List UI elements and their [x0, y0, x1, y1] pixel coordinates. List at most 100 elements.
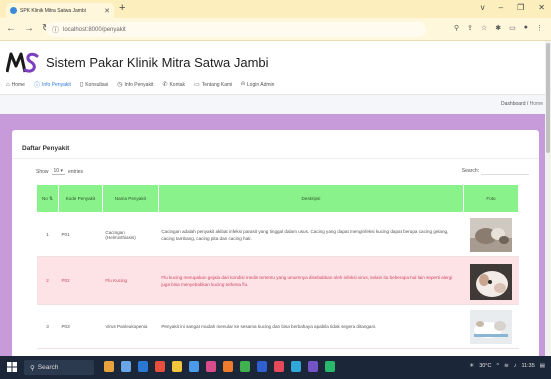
cell-foto [463, 304, 519, 349]
col-header-deskripsi[interactable]: Deskripsi [157, 184, 464, 213]
address-bar-row: ← → ↻ ⓘ localhost:8000/penyakit ⚲ ⇪ ☆ ✱ … [0, 18, 551, 41]
show-label: Show [36, 168, 49, 175]
site-logo[interactable] [6, 50, 40, 74]
profile-icon[interactable]: ● [524, 24, 528, 32]
bookmark-star-icon[interactable]: ☆ [481, 24, 487, 32]
extensions-icon[interactable]: ✱ [495, 24, 501, 32]
weather-icon[interactable]: ☀ [469, 363, 474, 369]
nav-buttons: ← → ↻ [6, 23, 50, 34]
cell-nama: Virus Panleukopenia [102, 304, 159, 349]
menu-item-tentang-kami[interactable]: ▭ Tentang Kami [194, 81, 233, 89]
disease-photo [469, 309, 512, 344]
col-header-kode[interactable]: Kode Penyakit [57, 184, 103, 213]
taskbar-app-icon[interactable] [155, 361, 165, 372]
window-controls: v – ❐ ✕ [481, 3, 545, 12]
card-divider [12, 158, 539, 159]
close-tab-icon[interactable]: ✕ [104, 7, 110, 15]
windows-start-icon[interactable] [7, 362, 17, 372]
cell-no: 2 [36, 256, 59, 305]
taskbar-app-icon[interactable] [121, 361, 131, 372]
breadcrumb-separator: / [526, 101, 529, 107]
col-header-foto[interactable]: Foto [462, 184, 520, 213]
new-tab-button[interactable]: + [119, 2, 125, 14]
maximize-button[interactable]: ❐ [517, 3, 524, 12]
breadcrumb-home: Home [529, 101, 543, 107]
taskbar-app-icon[interactable] [223, 361, 233, 372]
menu-item-label: Tentang Kami [201, 81, 233, 88]
menu-item-login-admin[interactable]: ⍝ Login Admin [241, 81, 274, 88]
taskbar-app-icon[interactable] [138, 361, 148, 372]
favicon-icon [10, 7, 17, 14]
menu-item-home[interactable]: ⌂ Home [6, 82, 25, 88]
entries-select[interactable]: 10 ▾ [51, 168, 65, 175]
forward-arrow-icon[interactable]: → [24, 23, 34, 34]
disease-photo [469, 263, 512, 300]
menu-item-label: Info Penyakit [41, 81, 71, 88]
disease-photo [469, 217, 512, 252]
cell-nama: Flu Kucing [102, 256, 159, 305]
cell-no: 1 [36, 212, 59, 257]
url-bar[interactable]: ⓘ localhost:8000/penyakit [46, 22, 426, 37]
cell-deskripsi: Flu kucing merupakan gejala dari kondisi… [158, 256, 464, 305]
scrollbar-thumb[interactable] [546, 43, 550, 153]
col-header-nama[interactable]: Nama Penyakit [101, 184, 159, 213]
menu-item-label: Home [11, 81, 25, 88]
menu-item-konsultasi[interactable]: ▯ Konsultasi [79, 81, 108, 89]
document-icon: ▯ [79, 82, 84, 88]
zoom-icon[interactable]: ⚲ [454, 24, 459, 32]
minimize-button[interactable]: – [499, 3, 503, 12]
close-window-button[interactable]: ✕ [538, 3, 545, 12]
wifi-icon[interactable]: ≋ [504, 363, 509, 369]
back-arrow-icon[interactable]: ← [6, 23, 16, 34]
system-tray: ☀ 30°C ^ ≋ ♪ 11:35 ▤ [469, 363, 545, 369]
user-icon: ⍝ [241, 81, 245, 87]
site-info-icon[interactable]: ⓘ [52, 25, 59, 35]
tray-chevron-icon[interactable]: ^ [496, 363, 499, 369]
taskbar-app-icon[interactable] [240, 361, 250, 372]
taskbar-app-icon[interactable] [308, 361, 318, 372]
search-input[interactable] [481, 166, 529, 175]
menu-item-label: Kontak [169, 81, 186, 88]
table-row: 3 P03 Virus Panleukopenia Penyakit ini s… [36, 304, 519, 349]
sidepanel-icon[interactable]: ▭ [509, 24, 516, 32]
volume-icon[interactable]: ♪ [514, 363, 517, 369]
taskbar-app-icon[interactable] [325, 361, 335, 372]
browser-menu-icon[interactable]: ⋮ [536, 24, 543, 32]
search-icon: ⚲ [30, 364, 35, 372]
tab-search-icon[interactable]: v [481, 3, 485, 12]
taskbar-app-icon[interactable] [206, 361, 216, 372]
clock-text[interactable]: 11:35 [521, 363, 534, 369]
share-icon[interactable]: ⇪ [467, 24, 473, 32]
entries-length-control: Show 10 ▾ entries [36, 168, 83, 175]
browser-tab[interactable]: SPK Klinik Mitra Satwa Jambi ✕ [6, 3, 114, 18]
browser-toolbar-icons: ⚲ ⇪ ☆ ✱ ▭ ● ⋮ [454, 24, 543, 32]
disease-list-card: Daftar Penyakit Show 10 ▾ entries Search… [12, 130, 539, 364]
menu-item-label: Login Admin [246, 81, 275, 88]
col-header-no[interactable]: No ⇅ [36, 184, 59, 213]
cell-kode: P03 [58, 304, 103, 349]
cell-foto [463, 212, 519, 257]
notification-icon[interactable]: ▤ [540, 363, 545, 369]
table-row: 2 P02 Flu Kucing Flu kucing merupakan ge… [36, 256, 519, 305]
cell-kode: P02 [58, 256, 103, 305]
search-label: Search: [461, 168, 479, 174]
menu-item-info-penyakit-2[interactable]: ◷ Info Penyakit [117, 81, 153, 89]
page-scrollbar[interactable] [545, 41, 551, 356]
cell-foto [463, 256, 519, 305]
cell-no: 3 [36, 304, 59, 349]
menu-item-info-penyakit[interactable]: ⓘ Info Penyakit [33, 80, 71, 90]
taskbar-app-icon[interactable] [274, 361, 284, 372]
breadcrumb-dashboard[interactable]: Dashboard [501, 101, 525, 107]
info-icon: ⓘ [33, 83, 40, 89]
taskbar-app-icon[interactable] [257, 361, 267, 372]
site-title: Sistem Pakar Klinik Mitra Satwa Jambi [46, 55, 269, 70]
taskbar-app-icon[interactable] [291, 361, 301, 372]
taskbar-app-icon[interactable] [172, 361, 182, 372]
menu-item-kontak[interactable]: ✆ Kontak [162, 81, 186, 89]
taskbar-app-icon[interactable] [104, 361, 114, 372]
taskbar-search[interactable]: ⚲ Search [24, 360, 94, 375]
taskbar-app-icon[interactable] [189, 361, 199, 372]
cell-nama: Cacingan (Helminthiasis) [102, 212, 159, 257]
home-icon: ⌂ [6, 81, 10, 88]
taskbar-search-label: Search [37, 364, 59, 371]
